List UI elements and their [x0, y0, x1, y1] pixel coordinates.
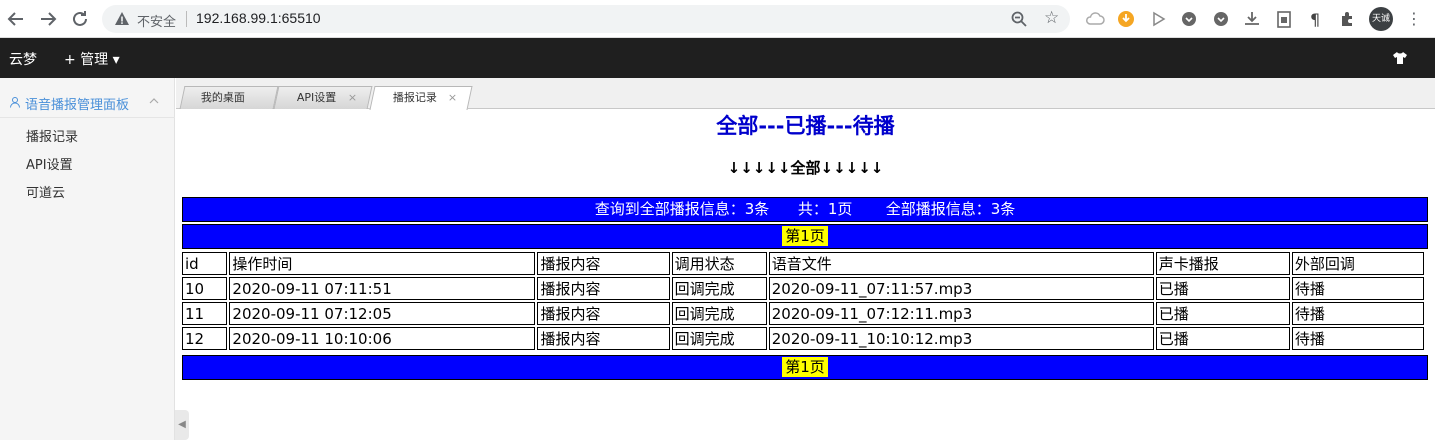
column-header: 操作时间	[229, 252, 536, 275]
app-header: 云梦 + 管理 ▾	[0, 38, 1435, 78]
column-header: 语音文件	[768, 252, 1154, 275]
column-header: 调用状态	[671, 252, 767, 275]
table-row: 12 2020-09-11 10:10:06 播报内容 回调完成 2020-09…	[182, 327, 1424, 350]
manage-menu[interactable]: + 管理 ▾	[64, 49, 120, 69]
table-row: 11 2020-09-11 07:12:05 播报内容 回调完成 2020-09…	[182, 302, 1424, 325]
browser-toolbar: 不安全 192.168.99.1:65510 ☆ ¶ 天诚 ⋮	[0, 0, 1435, 38]
cell-time: 2020-09-11 07:12:05	[229, 302, 536, 325]
app-title[interactable]: 云梦	[9, 49, 37, 69]
sidebar-item-broadcast-records[interactable]: 播报记录	[26, 126, 78, 145]
page-link[interactable]: 第1页	[782, 357, 828, 377]
cell-id: 11	[182, 302, 228, 325]
circle-down-extension-icon[interactable]	[1179, 9, 1199, 29]
insecure-label: 不安全	[137, 15, 177, 30]
pagination-top: 第1页	[182, 224, 1428, 249]
cloud-extension-icon[interactable]	[1085, 9, 1105, 29]
tab-api-settings[interactable]: API设置 ×	[273, 86, 373, 109]
sidebar-item-kodcloud[interactable]: 可道云	[26, 182, 65, 201]
sidebar-item-api-settings[interactable]: API设置	[26, 154, 73, 173]
cell-time: 2020-09-11 10:10:06	[229, 327, 536, 350]
circle-down-extension-icon-2[interactable]	[1211, 9, 1231, 29]
cell-call-status: 回调完成	[671, 277, 767, 300]
close-icon[interactable]: ×	[348, 87, 357, 109]
extension-icon[interactable]	[1338, 9, 1358, 29]
svg-text:¶: ¶	[1310, 10, 1320, 29]
filter-links[interactable]: 全部---已播---待播	[176, 110, 1435, 140]
cell-content: 播报内容	[537, 277, 670, 300]
cell-id: 12	[182, 327, 228, 350]
star-icon[interactable]: ☆	[1044, 8, 1059, 28]
cell-content: 播报内容	[537, 327, 670, 350]
cell-soundcard-status: 已播	[1155, 277, 1290, 300]
address-bar[interactable]: 不安全 192.168.99.1:65510 ☆	[102, 5, 1070, 33]
tab-desktop[interactable]: 我的桌面	[179, 86, 279, 109]
sidebar-section-label: 语音播报管理面板	[25, 98, 130, 113]
cell-audio-file: 2020-09-11_10:10:12.mp3	[768, 327, 1154, 350]
column-header: 播报内容	[537, 252, 670, 275]
cell-call-status: 回调完成	[671, 327, 767, 350]
records-table: id 操作时间 播报内容 调用状态 语音文件 声卡播报 外部回调 10 2020…	[180, 250, 1426, 352]
shirt-icon[interactable]	[1392, 50, 1408, 66]
download-icon[interactable]	[1242, 9, 1262, 29]
download-extension-icon[interactable]	[1116, 9, 1136, 29]
summary-bar: 查询到全部播报信息：3条 共：1页 全部播报信息：3条	[182, 197, 1428, 222]
profile-avatar[interactable]: 天诚	[1369, 7, 1393, 31]
page-link[interactable]: 第1页	[782, 226, 828, 246]
cell-callback-status: 待播	[1291, 277, 1424, 300]
zoom-icon[interactable]	[1010, 10, 1028, 28]
close-icon[interactable]: ×	[448, 87, 457, 109]
tab-label: 我的桌面	[200, 91, 245, 104]
play-extension-icon[interactable]	[1148, 9, 1168, 29]
reload-icon[interactable]	[68, 7, 92, 31]
cell-soundcard-status: 已播	[1155, 302, 1290, 325]
cell-audio-file: 2020-09-11_07:12:11.mp3	[768, 302, 1154, 325]
column-header: 声卡播报	[1155, 252, 1290, 275]
pagination-bottom: 第1页	[182, 355, 1428, 380]
tab-broadcast-records[interactable]: 播报记录 ×	[369, 86, 473, 110]
cell-content: 播报内容	[537, 302, 670, 325]
cell-soundcard-status: 已播	[1155, 327, 1290, 350]
tab-label: API设置	[296, 91, 337, 104]
pilcrow-extension-icon[interactable]: ¶	[1306, 9, 1326, 29]
cell-audio-file: 2020-09-11_07:11:57.mp3	[768, 277, 1154, 300]
sidebar-section-header[interactable]: 语音播报管理面板	[0, 88, 175, 118]
forward-arrow-icon[interactable]	[36, 7, 60, 31]
sidebar: 语音播报管理面板 播报记录 API设置 可道云	[0, 78, 175, 440]
omnibox-divider	[186, 11, 187, 27]
cell-call-status: 回调完成	[671, 302, 767, 325]
main-content: 全部---已播---待播 ↓↓↓↓↓全部↓↓↓↓↓ 查询到全部播报信息：3条 共…	[176, 109, 1435, 440]
menu-dots-icon[interactable]: ⋮	[1406, 8, 1422, 30]
table-row: 10 2020-09-11 07:11:51 播报内容 回调完成 2020-09…	[182, 277, 1424, 300]
cell-callback-status: 待播	[1291, 302, 1424, 325]
back-arrow-icon[interactable]	[4, 7, 28, 31]
column-header: 外部回调	[1291, 252, 1424, 275]
cell-id: 10	[182, 277, 228, 300]
table-header-row: id 操作时间 播报内容 调用状态 语音文件 声卡播报 外部回调	[182, 252, 1424, 275]
clipboard-extension-icon[interactable]	[1274, 9, 1294, 29]
tab-label: 播报记录	[392, 91, 437, 104]
cell-time: 2020-09-11 07:11:51	[229, 277, 536, 300]
column-header: id	[182, 252, 228, 275]
cell-callback-status: 待播	[1291, 327, 1424, 350]
current-filter-label: ↓↓↓↓↓全部↓↓↓↓↓	[727, 159, 884, 177]
warning-icon[interactable]	[114, 11, 130, 27]
chevron-up-icon[interactable]	[148, 95, 160, 107]
user-icon	[9, 96, 21, 108]
tab-bar: 我的桌面 API设置 × 播报记录 ×	[176, 78, 1435, 110]
url-text[interactable]: 192.168.99.1:65510	[196, 10, 321, 26]
